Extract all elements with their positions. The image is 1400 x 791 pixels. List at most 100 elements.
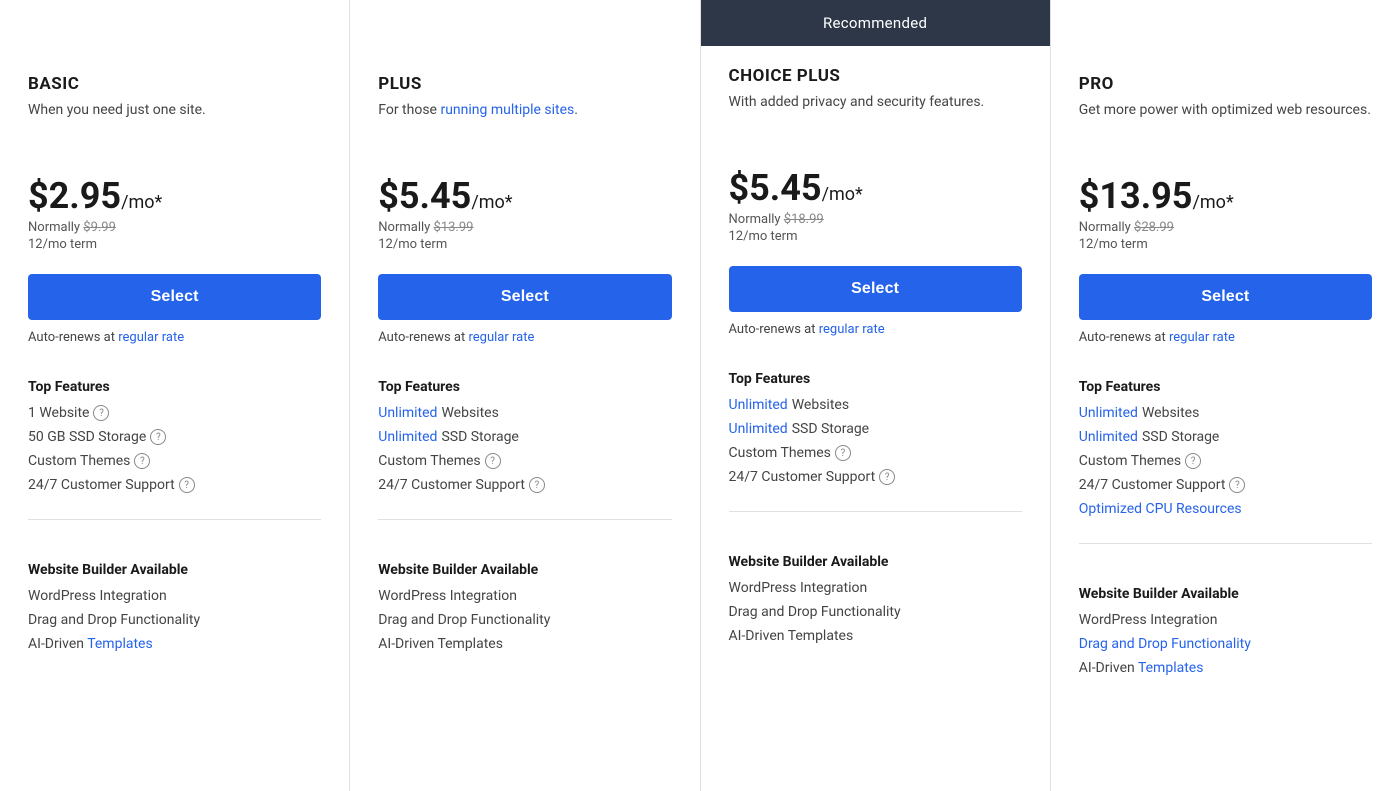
feature-text: 24/7 Customer Support (729, 469, 876, 485)
builder-section-choice-plus: Website Builder AvailableWordPress Integ… (729, 540, 1022, 652)
feature-item-choice-plus-1: Unlimited SSD Storage (729, 421, 1022, 437)
info-icon: ? (93, 405, 109, 421)
strikethrough-price: $13.99 (434, 220, 474, 235)
divider-choice-plus (729, 511, 1022, 512)
strikethrough-price: $9.99 (83, 220, 116, 235)
price-term-basic: 12/mo term (28, 237, 321, 252)
plan-desc-pro: Get more power with optimized web resour… (1079, 100, 1372, 160)
builder-item-basic-0: WordPress Integration (28, 588, 321, 604)
plan-desc-link: running multiple sites (440, 102, 574, 118)
feature-item-plus-0: Unlimited Websites (378, 405, 671, 421)
feature-item-choice-plus-3: 24/7 Customer Support? (729, 469, 1022, 485)
features-list-choice-plus: Unlimited WebsitesUnlimited SSD StorageC… (729, 397, 1022, 493)
feature-item-plus-1: Unlimited SSD Storage (378, 429, 671, 445)
builder-item-pro-2: AI-Driven Templates (1079, 660, 1372, 676)
plan-col-basic: BASIC When you need just one site. $2.95/… (0, 0, 350, 791)
auto-renew-choice-plus: Auto-renews at regular rate (729, 322, 1022, 337)
builder-item-choice-plus-1: Drag and Drop Functionality (729, 604, 1022, 620)
feature-link-pro-0[interactable]: Unlimited (1079, 405, 1138, 421)
builder-text: AI-Driven Templates (729, 628, 854, 644)
auto-renew-basic: Auto-renews at regular rate (28, 330, 321, 345)
select-button-pro[interactable]: Select (1079, 274, 1372, 320)
per-mo: /mo* (471, 192, 512, 213)
feature-item-plus-2: Custom Themes? (378, 453, 671, 469)
price-normal-basic: Normally $9.99 (28, 220, 321, 235)
features-list-plus: Unlimited Websites Unlimited SSD Storage C… (378, 405, 671, 501)
info-icon: ? (835, 445, 851, 461)
top-features-label-basic: Top Features (28, 379, 321, 395)
feature-text: Custom Themes (28, 453, 130, 469)
feature-link-plus-1[interactable]: Unlimited (378, 429, 437, 445)
feature-text: 24/7 Customer Support (28, 477, 175, 493)
select-button-choice-plus[interactable]: Select (729, 266, 1022, 312)
feature-item-basic-3: 24/7 Customer Support? (28, 477, 321, 493)
builder-item-plus-2: AI-Driven Templates (378, 636, 671, 652)
regular-rate-link-basic[interactable]: regular rate (118, 330, 184, 345)
plan-desc-plus: For those running multiple sites. (378, 100, 671, 160)
feature-item-pro-4: Optimized CPU Resources (1079, 501, 1372, 517)
plan-name-choice-plus: CHOICE PLUS (729, 66, 1022, 86)
feature-item-pro-0: Unlimited Websites (1079, 405, 1372, 421)
regular-rate-link-pro[interactable]: regular rate (1169, 330, 1235, 345)
price-block-choice-plus: $5.45/mo* Normally $18.99 12/mo term (729, 170, 1022, 244)
builder-text: AI-Driven Templates (378, 636, 503, 652)
auto-renew-pro: Auto-renews at regular rate (1079, 330, 1372, 345)
feature-text: 50 GB SSD Storage (28, 429, 146, 445)
builder-text: Drag and Drop Functionality (729, 604, 901, 620)
select-button-plus[interactable]: Select (378, 274, 671, 320)
strikethrough-price: $28.99 (1134, 220, 1174, 235)
builder-section-basic: Website Builder Available WordPress Integ… (28, 548, 321, 660)
builder-text: WordPress Integration (1079, 612, 1218, 628)
info-icon: ? (1229, 477, 1245, 493)
plan-col-plus: PLUS For those running multiple sites. $5… (350, 0, 700, 791)
builder-text: WordPress Integration (378, 588, 517, 604)
builder-item-choice-plus-0: WordPress Integration (729, 580, 1022, 596)
divider-pro (1079, 543, 1372, 544)
plan-col-choice-plus: Recommended CHOICE PLUS With added privacy… (701, 0, 1051, 791)
builder-item-basic-2: AI-Driven Templates (28, 636, 321, 652)
price-block-basic: $2.95/mo* Normally $9.99 12/mo term (28, 178, 321, 252)
templates-link-basic[interactable]: Templates (87, 636, 153, 652)
top-features-label-pro: Top Features (1079, 379, 1372, 395)
info-icon: ? (179, 477, 195, 493)
per-mo: /mo* (822, 184, 863, 205)
price-block-pro: $13.95/mo* Normally $28.99 12/mo term (1079, 178, 1372, 252)
drag-drop-link-pro[interactable]: Drag and Drop Functionality (1079, 636, 1251, 652)
regular-rate-link-plus[interactable]: regular rate (468, 330, 534, 345)
spacer (28, 20, 321, 74)
price-normal-pro: Normally $28.99 (1079, 220, 1372, 235)
features-list-basic: 1 Website?50 GB SSD Storage?Custom Theme… (28, 405, 321, 501)
feature-text: 24/7 Customer Support (1079, 477, 1226, 493)
info-icon: ? (134, 453, 150, 469)
price-block-plus: $5.45/mo* Normally $13.99 12/mo term (378, 178, 671, 252)
builder-label-basic: Website Builder Available (28, 562, 321, 578)
builder-text: AI-Driven Templates (1079, 660, 1204, 676)
plan-name-basic: BASIC (28, 74, 321, 94)
feature-link-choice-plus-0[interactable]: Unlimited (729, 397, 788, 413)
feature-text: 24/7 Customer Support (378, 477, 525, 493)
feature-link-choice-plus-1[interactable]: Unlimited (729, 421, 788, 437)
feature-link-plus-0[interactable]: Unlimited (378, 405, 437, 421)
spacer (1079, 20, 1372, 74)
recommended-badge: Recommended (701, 0, 1050, 46)
builder-item-choice-plus-2: AI-Driven Templates (729, 628, 1022, 644)
templates-link-pro[interactable]: Templates (1138, 660, 1204, 676)
feature-item-choice-plus-0: Unlimited Websites (729, 397, 1022, 413)
builder-item-pro-1: Drag and Drop Functionality (1079, 636, 1372, 652)
feature-link-pro-4[interactable]: Optimized CPU Resources (1079, 501, 1242, 517)
per-mo: /mo* (121, 192, 162, 213)
top-features-label-choice-plus: Top Features (729, 371, 1022, 387)
builder-label-plus: Website Builder Available (378, 562, 671, 578)
select-button-basic[interactable]: Select (28, 274, 321, 320)
plan-name-plus: PLUS (378, 74, 671, 94)
info-icon: ? (150, 429, 166, 445)
plan-desc-choice-plus: With added privacy and security features… (729, 92, 1022, 152)
builder-text: Drag and Drop Functionality (378, 612, 550, 628)
per-mo: /mo* (1192, 192, 1233, 213)
feature-item-pro-3: 24/7 Customer Support? (1079, 477, 1372, 493)
top-features-label-plus: Top Features (378, 379, 671, 395)
auto-renew-plus: Auto-renews at regular rate (378, 330, 671, 345)
plan-desc-basic: When you need just one site. (28, 100, 321, 160)
regular-rate-link-choice-plus[interactable]: regular rate (819, 322, 885, 337)
feature-link-pro-1[interactable]: Unlimited (1079, 429, 1138, 445)
